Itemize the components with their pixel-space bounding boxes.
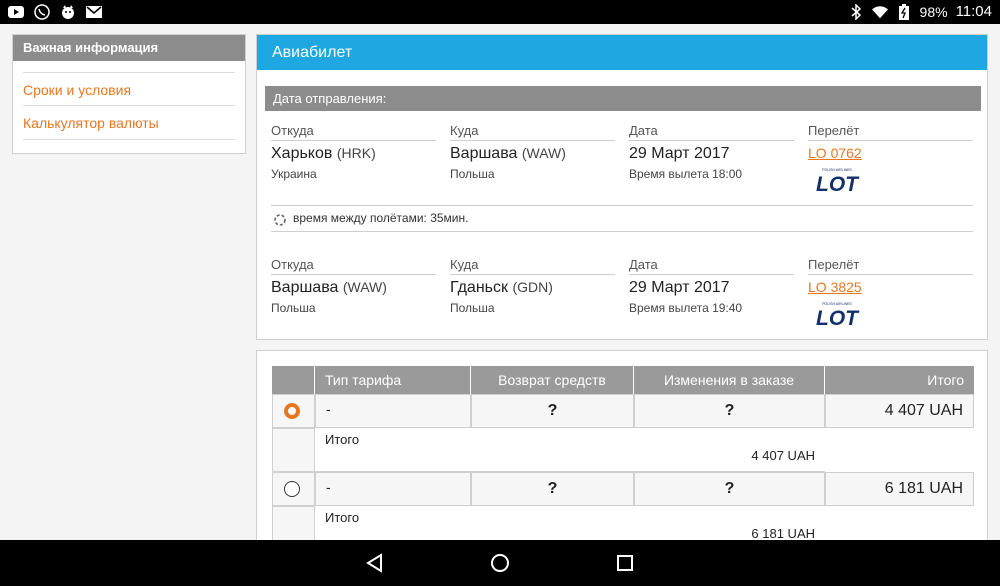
to-label: Куда bbox=[450, 255, 615, 275]
refund-cell: ? bbox=[471, 394, 634, 428]
terms-link[interactable]: Сроки и условия bbox=[23, 72, 235, 106]
fare-type-cell: - bbox=[315, 472, 471, 506]
to-label: Куда bbox=[450, 121, 615, 141]
destination-code: (GDN) bbox=[512, 279, 553, 295]
changes-cell: ? bbox=[634, 472, 825, 506]
lot-airline-logo: POLISH AIRLINES LOT bbox=[816, 168, 860, 193]
fare-select-cell[interactable] bbox=[272, 472, 315, 506]
departure-date: 29 Март 2017 bbox=[629, 145, 730, 162]
recent-apps-icon[interactable] bbox=[614, 552, 636, 574]
refund-header: Возврат средств bbox=[471, 366, 634, 394]
date-label: Дата bbox=[629, 121, 794, 141]
flight-segment: Откуда Харьков (HRK) Украина Куда Варшав… bbox=[271, 121, 973, 211]
home-icon[interactable] bbox=[489, 552, 511, 574]
select-column-header bbox=[272, 366, 315, 394]
fare-type-header: Тип тарифа bbox=[315, 366, 471, 394]
origin-code: (HRK) bbox=[336, 145, 376, 161]
destination-column: Куда Гданьск (GDN) Польша bbox=[450, 255, 615, 315]
lot-airline-logo: POLISH AIRLINES LOT bbox=[816, 302, 860, 327]
svg-text:POLISH AIRLINES: POLISH AIRLINES bbox=[822, 302, 852, 306]
battery-icon bbox=[896, 3, 912, 20]
fare-total-cell: 6 181 UAH bbox=[825, 472, 974, 506]
currency-calculator-link[interactable]: Калькулятор валюты bbox=[23, 106, 235, 140]
changes-header: Изменения в заказе bbox=[634, 366, 825, 394]
svg-text:LOT: LOT bbox=[816, 307, 860, 327]
transfer-text: время между полётами: 35мин. bbox=[293, 211, 469, 225]
refund-cell: ? bbox=[471, 472, 634, 506]
summary-total: 4 407 UAH bbox=[751, 448, 815, 463]
wifi-icon bbox=[871, 4, 888, 20]
gmail-icon bbox=[86, 4, 102, 20]
viber-icon bbox=[34, 4, 50, 20]
destination-column: Куда Варшава (WAW) Польша bbox=[450, 121, 615, 181]
destination-country: Польша bbox=[450, 301, 495, 315]
flight-label: Перелёт bbox=[808, 255, 973, 275]
changes-cell: ? bbox=[634, 394, 825, 428]
flight-number-link[interactable]: LO 0762 bbox=[808, 145, 973, 161]
fare-radio-unselected[interactable] bbox=[284, 481, 300, 497]
summary-total: 6 181 UAH bbox=[751, 526, 815, 541]
destination-city: Гданьск bbox=[450, 279, 508, 296]
fare-radio-selected[interactable] bbox=[284, 403, 300, 419]
important-info-title: Важная информация bbox=[13, 35, 245, 61]
fare-type-cell: - bbox=[315, 394, 471, 428]
fare-table-header: Тип тарифа Возврат средств Изменения в з… bbox=[272, 366, 974, 394]
summary-label: Итого bbox=[325, 510, 360, 525]
total-header: Итого bbox=[825, 366, 974, 394]
fare-spacer-cell bbox=[272, 428, 315, 472]
flight-column: Перелёт LO 3825 POLISH AIRLINES LOT bbox=[808, 255, 973, 327]
destination-city: Варшава bbox=[450, 145, 518, 162]
date-label: Дата bbox=[629, 255, 794, 275]
origin-country: Польша bbox=[271, 301, 316, 315]
origin-city: Варшава bbox=[271, 279, 339, 296]
youtube-icon bbox=[8, 4, 24, 20]
flight-number-link[interactable]: LO 3825 bbox=[808, 279, 973, 295]
flight-column: Перелёт LO 0762 POLISH AIRLINES LOT bbox=[808, 121, 973, 193]
refresh-icon bbox=[273, 211, 287, 236]
battery-percent: 98% bbox=[919, 3, 948, 20]
destination-country: Польша bbox=[450, 167, 495, 181]
origin-city: Харьков bbox=[271, 145, 333, 162]
flight-segment: Откуда Варшава (WAW) Польша Куда Гданьск… bbox=[271, 255, 973, 345]
departure-date-header: Дата отправления: bbox=[265, 86, 981, 111]
date-column: Дата 29 Март 2017 Время вылета 19:40 bbox=[629, 255, 794, 315]
fare-panel: Тип тарифа Возврат средств Изменения в з… bbox=[256, 350, 988, 550]
android-nav-bar bbox=[0, 540, 1000, 586]
departure-time: Время вылета 18:00 bbox=[629, 167, 743, 181]
status-bar: 98% 11:04 bbox=[0, 0, 1000, 24]
fare-total-cell: 4 407 UAH bbox=[825, 394, 974, 428]
bluetooth-icon bbox=[848, 3, 864, 20]
from-label: Откуда bbox=[271, 255, 436, 275]
origin-code: (WAW) bbox=[342, 279, 387, 295]
departure-time: Время вылета 19:40 bbox=[629, 301, 743, 315]
clock: 11:04 bbox=[955, 3, 992, 20]
fare-select-cell[interactable] bbox=[272, 394, 315, 428]
date-column: Дата 29 Март 2017 Время вылета 18:00 bbox=[629, 121, 794, 181]
svg-text:LOT: LOT bbox=[816, 173, 860, 193]
flight-label: Перелёт bbox=[808, 121, 973, 141]
departure-date: 29 Март 2017 bbox=[629, 279, 730, 296]
fare-summary: Итого 4 407 UAH bbox=[315, 428, 825, 472]
destination-code: (WAW) bbox=[521, 145, 566, 161]
ticket-panel: Авиабилет Дата отправления: Откуда Харьк… bbox=[256, 34, 988, 340]
ticket-title: Авиабилет bbox=[257, 35, 987, 70]
important-info-panel: Важная информация Сроки и условия Кальку… bbox=[12, 34, 246, 154]
origin-column: Откуда Варшава (WAW) Польша bbox=[271, 255, 436, 315]
from-label: Откуда bbox=[271, 121, 436, 141]
back-icon[interactable] bbox=[364, 552, 386, 574]
origin-column: Откуда Харьков (HRK) Украина bbox=[271, 121, 436, 181]
svg-text:POLISH AIRLINES: POLISH AIRLINES bbox=[822, 168, 852, 172]
tiger-app-icon bbox=[60, 4, 76, 20]
summary-label: Итого bbox=[325, 432, 360, 447]
origin-country: Украина bbox=[271, 167, 317, 181]
transfer-info: время между полётами: 35мин. bbox=[271, 205, 973, 232]
